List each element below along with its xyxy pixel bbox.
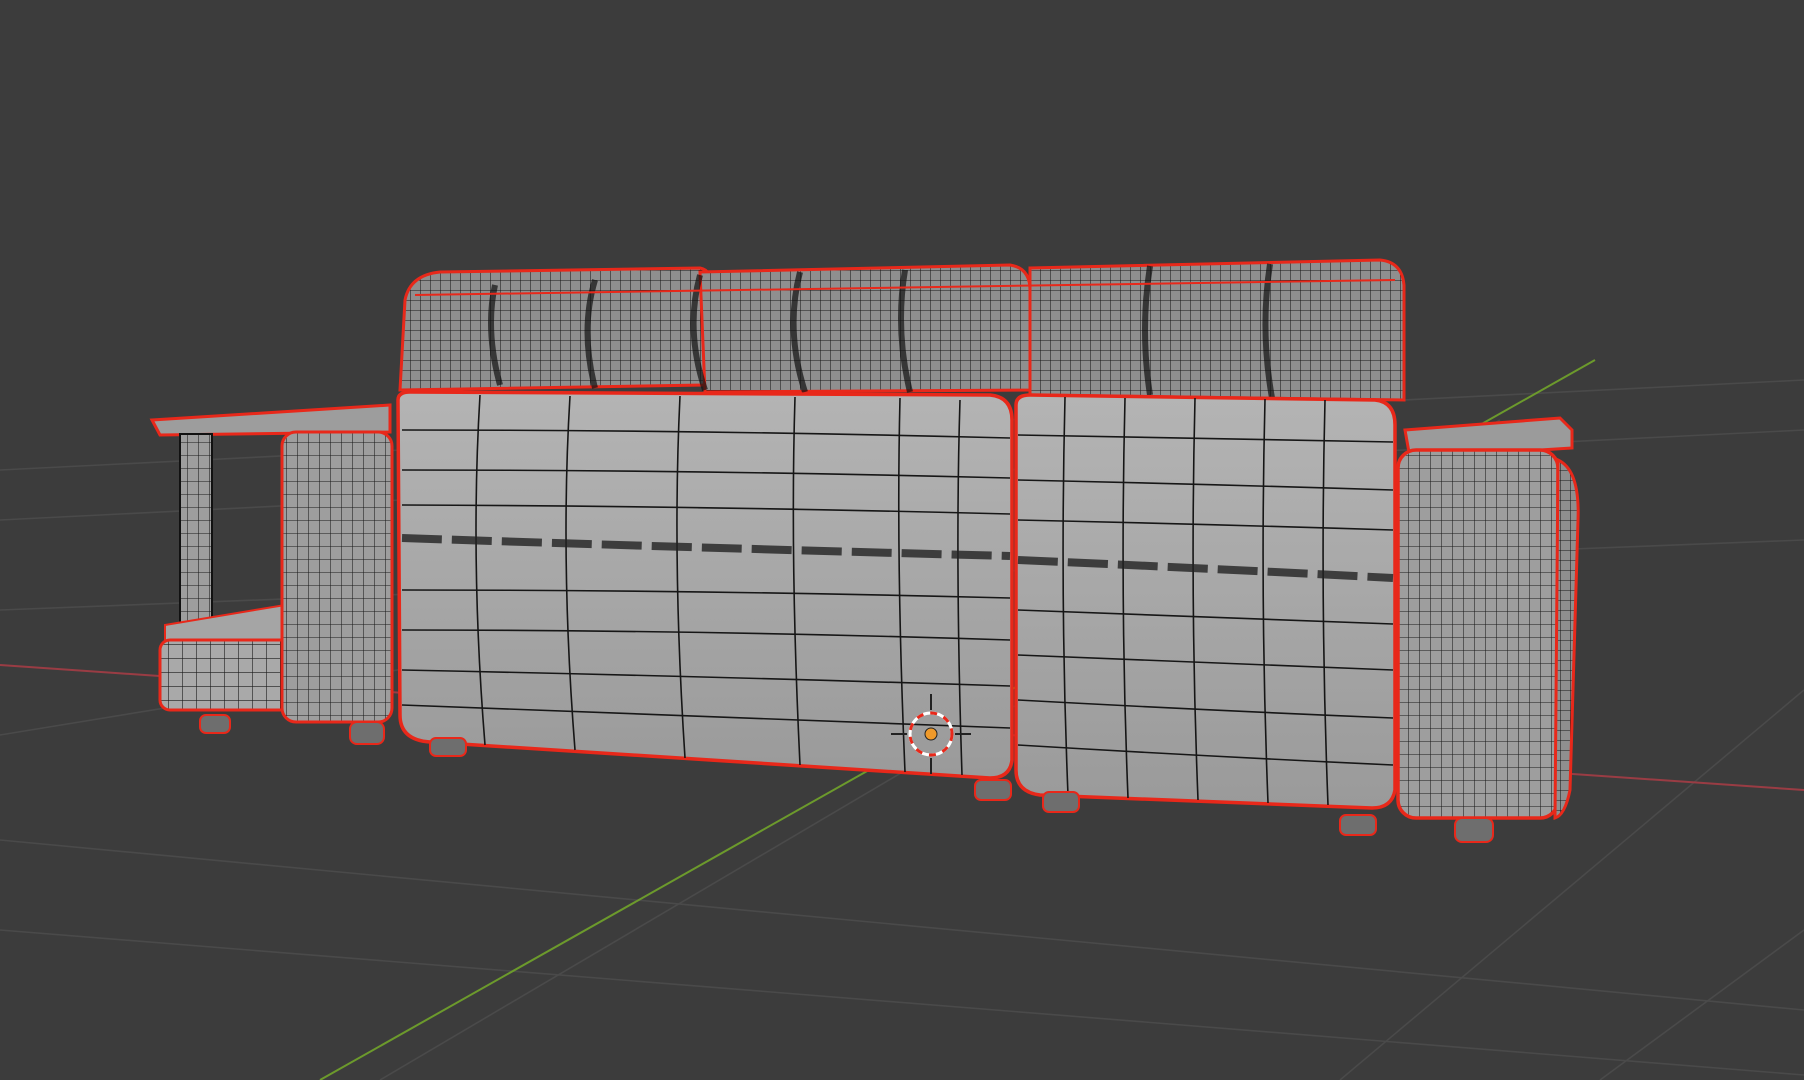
back-panel-left[interactable] xyxy=(396,390,1014,801)
right-arm[interactable] xyxy=(1396,416,1580,843)
origin-point-icon[interactable] xyxy=(924,727,938,741)
back-panel-right[interactable] xyxy=(1014,393,1397,836)
back-cushions[interactable] xyxy=(398,258,1406,402)
3d-viewport[interactable] xyxy=(0,0,1804,1080)
left-arm[interactable] xyxy=(280,430,394,724)
